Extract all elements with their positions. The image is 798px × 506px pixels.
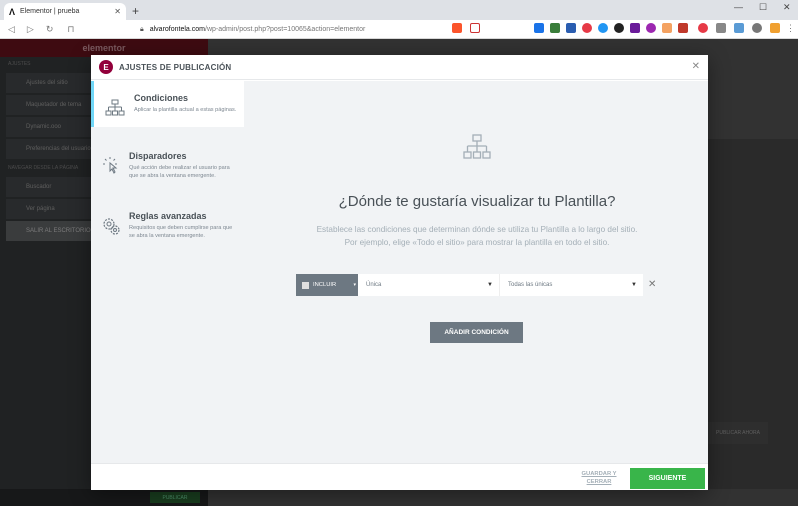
nav-item-desc: Aplicar la plantilla actual a estas pági… — [134, 107, 237, 113]
nav-item-conditions[interactable]: Condiciones Aplicar la plantilla actual … — [91, 81, 244, 127]
tab-title: Elementor | prueba — [20, 8, 80, 15]
modal-title: AJUSTES DE PUBLICACIÓN — [119, 62, 232, 72]
browser-tab[interactable]: Λ Elementor | prueba ✕ — [4, 3, 126, 20]
extension-8-icon[interactable] — [646, 23, 656, 33]
extension-1-icon[interactable] — [534, 23, 544, 33]
profile-avatar-icon[interactable] — [752, 23, 762, 33]
elementor-logo-icon: E — [99, 60, 113, 74]
bookmark-icon[interactable]: ⊓ — [67, 24, 74, 35]
brave-rewards-icon[interactable] — [470, 23, 480, 33]
elementor-favicon-icon: Λ — [9, 6, 16, 17]
conditions-panel: ¿Dónde te gustaría visualizar tu Plantil… — [246, 81, 708, 463]
extensions-puzzle-icon[interactable] — [716, 23, 726, 33]
extension-2-icon[interactable] — [550, 23, 560, 33]
condition-type-select[interactable]: Única ▼ — [358, 274, 500, 296]
gears-icon — [101, 215, 121, 237]
condition-sub-select[interactable]: Todas las únicas ▼ — [500, 274, 643, 296]
lock-icon: 🔒︎ — [140, 25, 144, 33]
tab-strip: Λ Elementor | prueba ✕ + — ☐ ✕ — [0, 0, 798, 20]
nav-item-title: Condiciones — [134, 93, 189, 103]
extension-4-icon[interactable] — [582, 23, 592, 33]
extension-3-icon[interactable] — [566, 23, 576, 33]
url-path: /wp-admin/post.php?post=10065&action=ele… — [205, 26, 366, 33]
nav-item-triggers[interactable]: Disparadores Qué acción debe realizar el… — [91, 139, 244, 188]
add-condition-button[interactable]: AÑADIR CONDICIÓN — [430, 322, 523, 343]
browser-menu-icon[interactable]: ⋮ — [786, 23, 795, 34]
nav-item-title: Disparadores — [129, 151, 187, 161]
window-close-icon[interactable]: ✕ — [783, 2, 791, 13]
address-bar[interactable]: 🔒︎ alvarofontela.com /wp-admin/post.php?… — [140, 22, 482, 37]
new-tab-icon[interactable]: + — [132, 4, 139, 18]
nav-item-advanced-rules[interactable]: Reglas avanzadas Requisitos que deben cu… — [91, 199, 244, 248]
minimize-icon[interactable]: — — [734, 2, 743, 12]
modal-header: E AJUSTES DE PUBLICACIÓN ✕ — [91, 55, 708, 80]
nav-item-desc: Requisitos que deben cumplirse para que … — [129, 225, 233, 239]
browser-toolbar: ◁ ▷ ↻ ⊓ 🔒︎ alvarofontela.com /wp-admin/p… — [0, 20, 798, 39]
sidebar-toggle-icon[interactable] — [734, 23, 744, 33]
chevron-down-icon: ▼ — [487, 282, 493, 288]
condition-sub-value: Todas las únicas — [508, 282, 553, 288]
sitemap-large-icon — [463, 133, 491, 166]
pointer-click-icon — [101, 155, 121, 177]
extension-9-icon[interactable] — [662, 23, 672, 33]
conditions-description: Establece las condiciones que determinan… — [266, 223, 688, 249]
chevron-down-icon: ▼ — [631, 282, 637, 288]
brave-shield-icon[interactable] — [452, 23, 462, 33]
condition-row: INCLUIR ▾ Única ▼ Todas las únicas ▼ — [296, 274, 643, 296]
extension-7-icon[interactable] — [630, 23, 640, 33]
extension-5-icon[interactable] — [598, 23, 608, 33]
save-and-close-link[interactable]: GUARDAR Y CERRAR — [576, 470, 622, 486]
nav-item-desc: Qué acción debe realizar el usuario para… — [129, 165, 230, 179]
forward-icon[interactable]: ▷ — [27, 24, 34, 35]
condition-type-value: Única — [366, 282, 382, 288]
modal-nav: Condiciones Aplicar la plantilla actual … — [91, 81, 246, 463]
desc-line-2: Por ejemplo, elige «Todo el sitio» para … — [344, 238, 610, 247]
desc-line-1: Establece las condiciones que determinan… — [316, 225, 638, 234]
download-icon[interactable] — [770, 23, 780, 33]
remove-condition-icon[interactable]: ✕ — [648, 279, 656, 290]
reload-icon[interactable]: ↻ — [46, 24, 54, 35]
sitemap-icon — [104, 97, 126, 119]
url-host: alvarofontela.com — [149, 26, 205, 33]
conditions-heading: ¿Dónde te gustaría visualizar tu Plantil… — [338, 193, 616, 210]
modal-close-icon[interactable]: ✕ — [692, 61, 700, 72]
publish-settings-modal: E AJUSTES DE PUBLICACIÓN ✕ Condiciones A… — [91, 55, 708, 490]
modal-footer: GUARDAR Y CERRAR SIGUIENTE — [91, 463, 708, 490]
tab-close-icon[interactable]: ✕ — [114, 7, 121, 16]
back-icon[interactable]: ◁ — [8, 24, 15, 35]
extension-6-icon[interactable] — [614, 23, 624, 33]
chevron-down-icon: ▾ — [353, 282, 356, 288]
nav-item-title: Reglas avanzadas — [129, 211, 207, 221]
next-button[interactable]: SIGUIENTE — [630, 468, 705, 489]
extension-10-icon[interactable] — [678, 23, 688, 33]
include-label: INCLUIR — [313, 282, 337, 288]
extension-11-icon[interactable] — [698, 23, 708, 33]
maximize-icon[interactable]: ☐ — [759, 2, 767, 13]
include-icon — [302, 281, 309, 289]
include-select[interactable]: INCLUIR ▾ — [296, 274, 358, 296]
